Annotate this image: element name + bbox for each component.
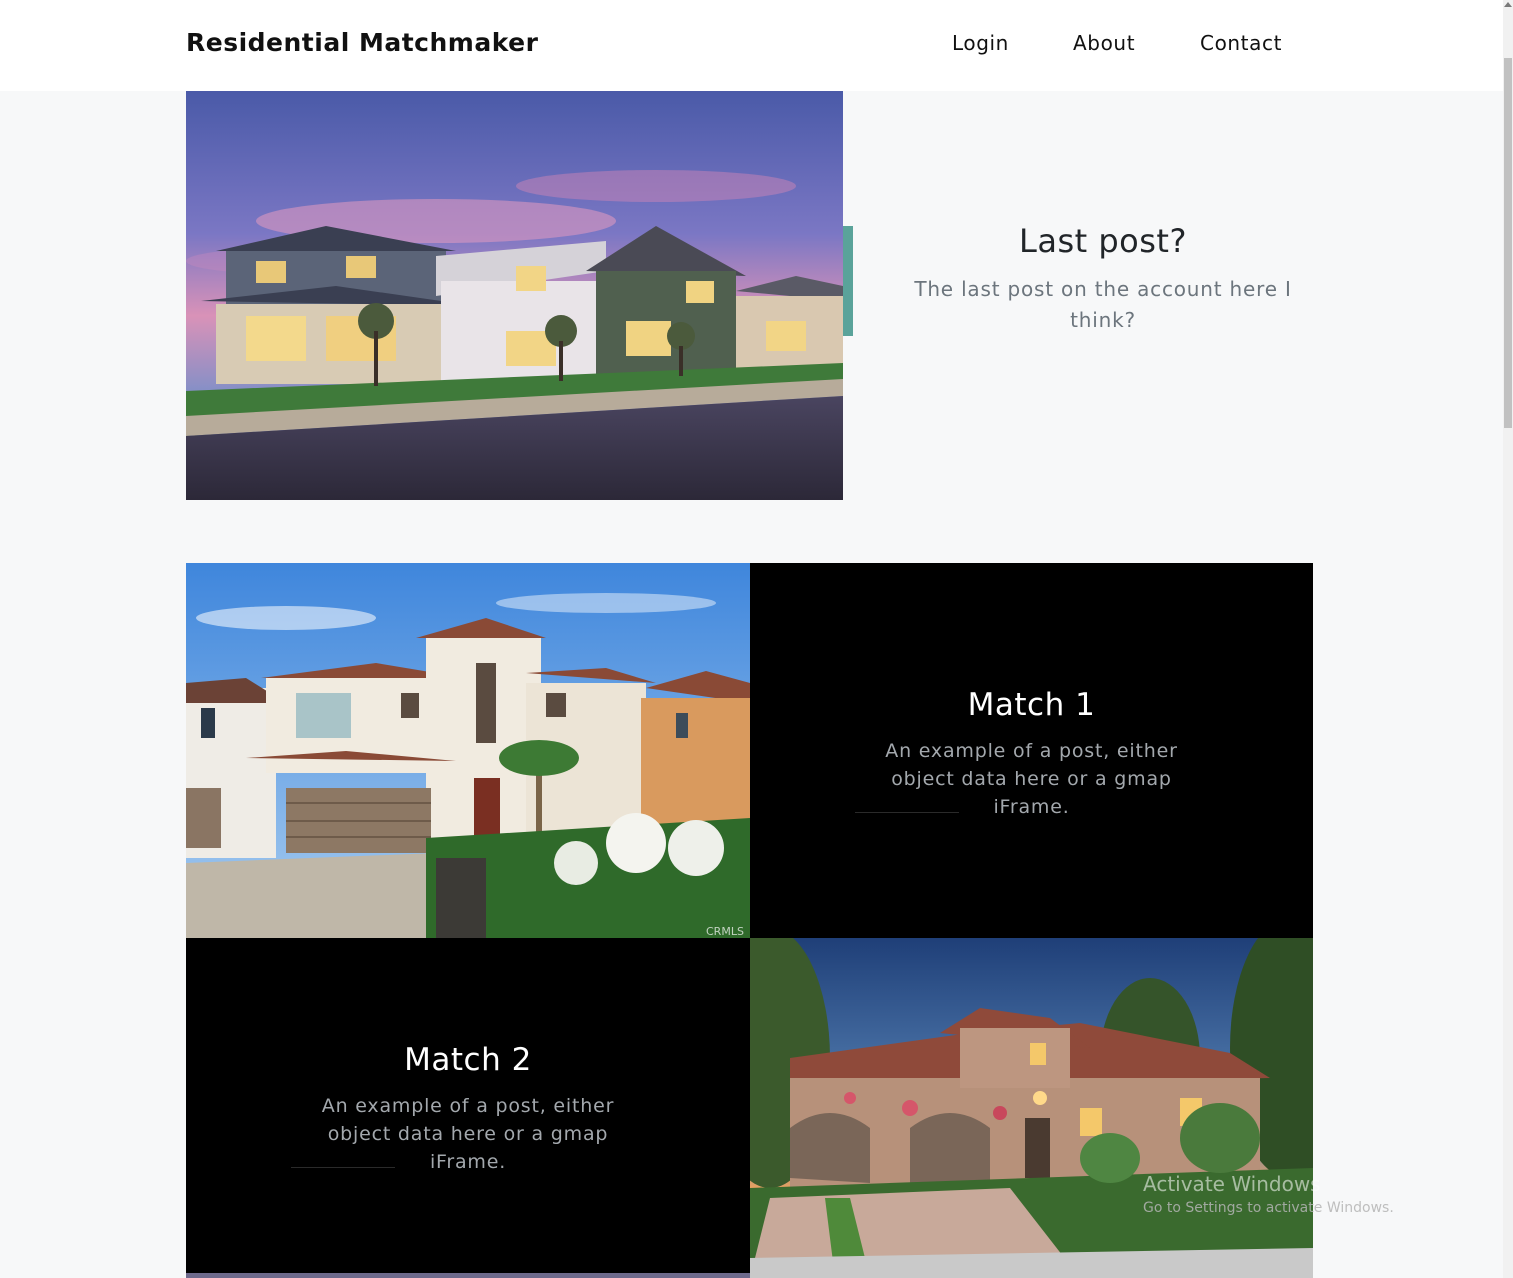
match-1-description: An example of a post, either object data… bbox=[885, 740, 1178, 818]
page-scrollbar[interactable] bbox=[1503, 0, 1513, 1278]
scroll-up-arrow-icon[interactable] bbox=[1504, 2, 1512, 7]
last-post-title: Last post? bbox=[1019, 222, 1187, 260]
nav-contact-link[interactable]: Contact bbox=[1200, 31, 1282, 55]
watermark-subtitle: Go to Settings to activate Windows. bbox=[1143, 1200, 1394, 1216]
match-1-divider bbox=[855, 812, 959, 813]
scrollbar-thumb[interactable] bbox=[1504, 58, 1512, 428]
hero-house-image bbox=[186, 91, 843, 500]
last-post-section: Last post? The last post on the account … bbox=[895, 222, 1311, 336]
brand-logo[interactable]: Residential Matchmaker bbox=[186, 28, 538, 57]
watermark-title: Activate Windows bbox=[1143, 1172, 1321, 1196]
windows-activation-watermark: Activate Windows Go to Settings to activ… bbox=[1143, 1172, 1394, 1216]
last-post-description: The last post on the account here I thin… bbox=[914, 277, 1292, 332]
accent-bar bbox=[843, 226, 853, 336]
match-2-text: Match 2 An example of a post, either obj… bbox=[186, 1042, 750, 1176]
match-2-title: Match 2 bbox=[404, 1042, 532, 1078]
navbar: Residential Matchmaker Login About Conta… bbox=[0, 0, 1503, 91]
match-1-text: Match 1 An example of a post, either obj… bbox=[750, 687, 1313, 821]
nav-login-link[interactable]: Login bbox=[952, 31, 1009, 55]
match-1-title: Match 1 bbox=[967, 687, 1096, 723]
nav-about-link[interactable]: About bbox=[1073, 31, 1135, 55]
match-2-divider bbox=[291, 1167, 395, 1168]
match-2-house-image bbox=[750, 938, 1313, 1278]
next-card-edge bbox=[186, 1273, 750, 1278]
match-2-description: An example of a post, either object data… bbox=[321, 1095, 615, 1173]
photo-credit-label: CRMLS bbox=[706, 925, 744, 938]
match-2-card: Match 2 An example of a post, either obj… bbox=[186, 938, 750, 1273]
match-1-card: Match 1 An example of a post, either obj… bbox=[750, 563, 1313, 938]
match-1-house-image: CRMLS bbox=[186, 563, 750, 938]
